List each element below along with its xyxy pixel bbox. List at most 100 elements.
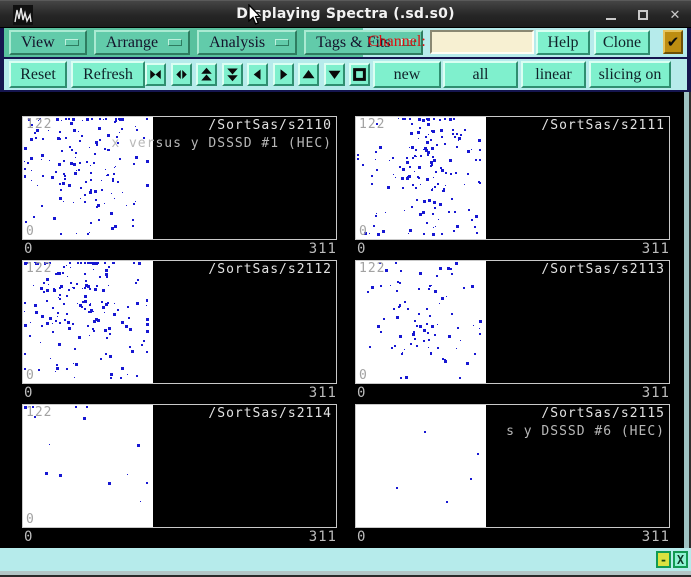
data-point — [40, 342, 41, 343]
window-controls: ✕ — [603, 1, 683, 29]
data-point — [425, 149, 428, 152]
full-view-icon[interactable] — [349, 63, 370, 86]
all-button[interactable]: all — [443, 61, 518, 88]
data-point — [55, 171, 57, 173]
left-arrow-icon[interactable] — [247, 63, 268, 86]
data-point — [70, 282, 72, 284]
data-point — [107, 134, 110, 137]
data-point — [398, 118, 399, 119]
expand-x-icon[interactable] — [171, 63, 192, 86]
help-button[interactable]: Help — [536, 30, 590, 55]
title-bar[interactable]: Displaying Spectra (.sd.s0) ✕ — [0, 0, 691, 28]
data-point — [441, 136, 443, 138]
data-point — [114, 198, 115, 199]
data-point — [445, 172, 447, 174]
menu-arrange[interactable]: Arrange — [94, 30, 190, 55]
data-point — [70, 122, 73, 125]
shrink-x-icon[interactable] — [145, 63, 166, 86]
data-point — [90, 222, 92, 224]
data-point — [458, 140, 459, 141]
data-point — [24, 161, 25, 162]
spectrum-panel[interactable]: 122 0 /SortSas/s2112 — [22, 260, 337, 384]
maximize-button[interactable] — [635, 7, 651, 23]
spectrum-panel[interactable]: 122 0 /SortSas/s2114 — [22, 404, 337, 528]
data-point — [46, 278, 49, 281]
close-button[interactable]: ✕ — [667, 7, 683, 23]
spectrum-panel-group: 122 0 /SortSas/s2110 x versus y DSSSD #1… — [22, 116, 337, 258]
data-point — [423, 200, 426, 203]
data-point — [459, 377, 461, 379]
tag-checkbox[interactable]: ✔ — [663, 30, 683, 54]
data-point — [433, 118, 435, 120]
data-point — [65, 137, 67, 139]
clone-button[interactable]: Clone — [594, 30, 650, 55]
data-point — [396, 487, 398, 489]
double-up-icon[interactable] — [196, 63, 217, 86]
data-point — [66, 295, 68, 297]
data-point — [104, 262, 106, 264]
data-point — [392, 157, 394, 159]
data-point — [41, 159, 42, 160]
data-point — [435, 226, 436, 227]
status-minimize-button[interactable]: - — [656, 551, 671, 568]
minimize-button[interactable] — [603, 7, 619, 23]
data-point — [101, 189, 103, 191]
right-arrow-icon[interactable] — [273, 63, 294, 86]
data-point — [406, 161, 409, 164]
spectrum-panel-group: /SortSas/s2115 s y DSSSD #6 (HEC) 0 311 — [355, 404, 670, 546]
data-point — [429, 315, 431, 317]
reset-button[interactable]: Reset — [9, 61, 67, 88]
double-down-icon[interactable] — [222, 63, 243, 86]
data-point — [141, 344, 143, 346]
x-max-label: 311 — [642, 385, 670, 401]
data-point — [52, 323, 53, 324]
data-point — [127, 474, 128, 475]
menu-view[interactable]: View — [9, 30, 87, 55]
data-point — [423, 149, 424, 150]
channel-input[interactable] — [430, 30, 534, 54]
spectrum-panel[interactable]: /SortSas/s2115 s y DSSSD #6 (HEC) — [355, 404, 670, 528]
linear-button[interactable]: linear — [521, 61, 586, 88]
data-point — [41, 325, 43, 327]
data-point — [110, 373, 113, 376]
menu-analysis[interactable]: Analysis — [197, 30, 297, 55]
data-point — [137, 279, 139, 281]
data-point — [45, 472, 48, 475]
down-arrow-icon[interactable] — [324, 63, 345, 86]
data-point — [418, 177, 420, 179]
data-point — [468, 174, 469, 175]
data-point — [84, 308, 86, 310]
data-point — [93, 320, 96, 323]
data-point — [30, 138, 33, 141]
spectrum-panel[interactable]: 122 0 /SortSas/s2110 x versus y DSSSD #1… — [22, 116, 337, 240]
data-point — [431, 189, 433, 191]
up-arrow-icon[interactable] — [298, 63, 319, 86]
data-point — [380, 331, 382, 333]
data-point — [456, 146, 458, 148]
data-point — [473, 325, 474, 326]
data-point — [82, 301, 84, 303]
spectrum-panel-group: 122 0 /SortSas/s2114 0 311 — [22, 404, 337, 546]
data-point — [140, 501, 141, 502]
data-point — [110, 212, 113, 215]
data-point — [74, 377, 75, 378]
data-point — [449, 159, 452, 162]
status-close-button[interactable]: X — [673, 551, 688, 568]
data-point — [135, 156, 138, 159]
spectrum-panel[interactable]: 122 0 /SortSas/s2113 — [355, 260, 670, 384]
data-point — [89, 335, 90, 336]
data-point — [408, 175, 411, 178]
data-point — [475, 159, 477, 161]
data-point — [56, 118, 59, 121]
data-point — [468, 209, 470, 211]
refresh-button[interactable]: Refresh — [71, 61, 145, 88]
data-point — [121, 321, 124, 324]
data-point — [106, 337, 108, 339]
spectrum-panel[interactable]: 122 0 /SortSas/s2111 — [355, 116, 670, 240]
data-point — [75, 363, 78, 366]
data-point — [418, 288, 420, 290]
spectrum-panel-group: 122 0 /SortSas/s2111 0 311 — [355, 116, 670, 258]
new-button[interactable]: new — [373, 61, 441, 88]
slicing-button[interactable]: slicing on — [589, 61, 671, 88]
data-point — [401, 353, 403, 355]
